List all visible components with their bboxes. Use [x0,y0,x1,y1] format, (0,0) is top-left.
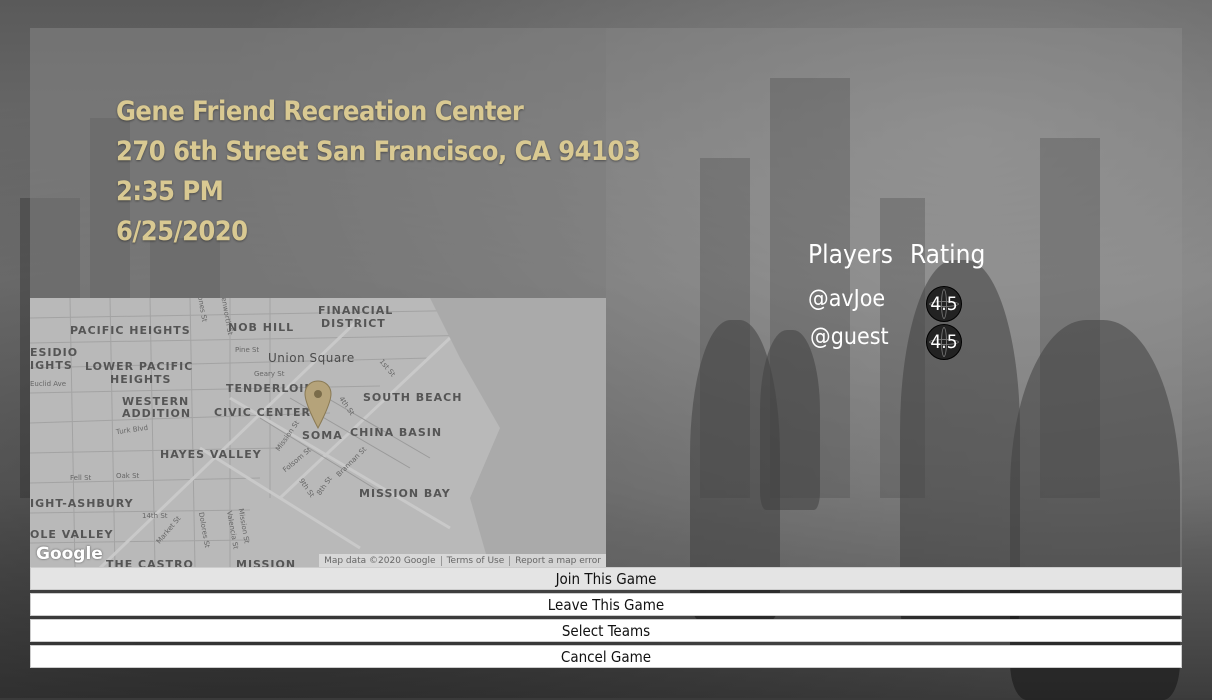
map-label: DISTRICT [321,317,386,330]
player-rating: 4.5 [930,331,958,353]
map-label: CIVIC CENTER [214,406,311,419]
google-logo: Google [36,544,103,564]
map-label: HEIGHTS [110,373,172,386]
join-game-button[interactable]: Join This Game [30,567,1182,590]
map-label: SOMA [302,429,343,442]
report-map-error-link[interactable]: Report a map error [509,556,606,566]
basketball-icon: 4.5 [926,324,962,360]
map-label: OLE VALLEY [30,528,114,541]
street-label: Fell St [70,474,92,482]
terms-of-use-link[interactable]: Terms of Use [440,556,510,566]
leave-game-button[interactable]: Leave This Game [30,593,1182,616]
map-label: LOWER PACIFIC [85,360,194,373]
location-address: 270 6th Street San Francisco, CA 94103 [116,136,641,167]
map-data-text: Map data ©2020 Google [324,556,436,566]
cancel-game-button[interactable]: Cancel Game [30,645,1182,668]
street-label: 14th St [142,512,168,520]
player-name[interactable]: @avJoe [808,286,885,312]
location-map[interactable]: PACIFIC HEIGHTS NOB HILL FINANCIAL DISTR… [30,298,606,568]
map-label: NOB HILL [228,321,295,334]
map-label: CHINA BASIN [350,426,443,439]
map-label: SOUTH BEACH [363,391,463,404]
rating-header: Rating [910,240,986,270]
map-attribution: Map data ©2020 Google Terms of Use Repor… [319,554,606,568]
map-label: Union Square [268,351,355,365]
street-label: Oak St [116,472,140,480]
location-name: Gene Friend Recreation Center [116,96,524,127]
map-label: PACIFIC HEIGHTS [70,324,191,337]
map-label: HAYES VALLEY [160,448,262,461]
map-label: TENDERLOIN [226,382,315,395]
player-rating: 4.5 [930,293,958,315]
map-label: MISSION BAY [359,487,451,500]
street-label: Pine St [235,346,260,354]
map-label: FINANCIAL [318,304,394,317]
player-name[interactable]: @guest [810,324,889,350]
game-info-card: Gene Friend Recreation Center 270 6th St… [30,28,641,298]
game-time: 2:35 PM [116,176,224,207]
street-label: Geary St [254,370,285,378]
map-label: ADDITION [122,407,192,420]
players-header: Players [808,240,893,270]
map-label: IGHTS [30,359,73,372]
map-label: ESIDIO [30,346,79,359]
game-date: 6/25/2020 [116,216,248,247]
street-label: Euclid Ave [30,380,67,388]
select-teams-button[interactable]: Select Teams [30,619,1182,642]
basketball-icon: 4.5 [926,286,962,322]
map-label: IGHT-ASHBURY [30,497,134,510]
